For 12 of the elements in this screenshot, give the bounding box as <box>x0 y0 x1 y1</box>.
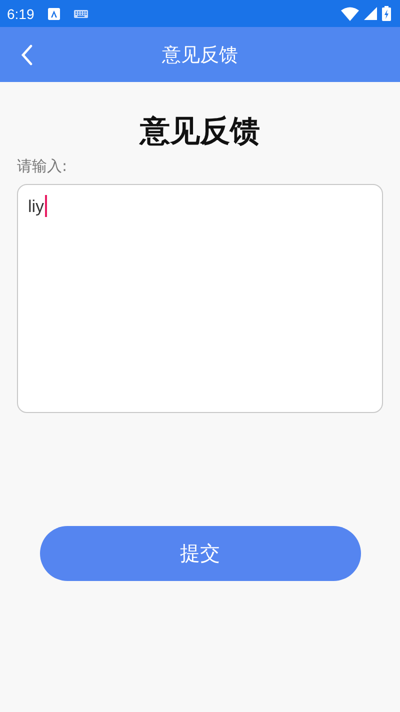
keyboard-icon <box>74 10 88 18</box>
status-time: 6:19 <box>7 6 34 22</box>
app-bar-title: 意见反馈 <box>162 42 238 68</box>
wifi-icon <box>341 6 359 20</box>
signal-icon <box>364 7 377 20</box>
text-cursor <box>45 195 48 217</box>
notification-icon <box>48 8 60 20</box>
submit-button[interactable]: 提交 <box>40 526 360 581</box>
page-heading: 意见反馈 <box>138 113 261 151</box>
input-field[interactable]: liy <box>17 184 383 413</box>
input-label: 请输入: <box>17 156 68 177</box>
battery-icon <box>382 6 391 21</box>
